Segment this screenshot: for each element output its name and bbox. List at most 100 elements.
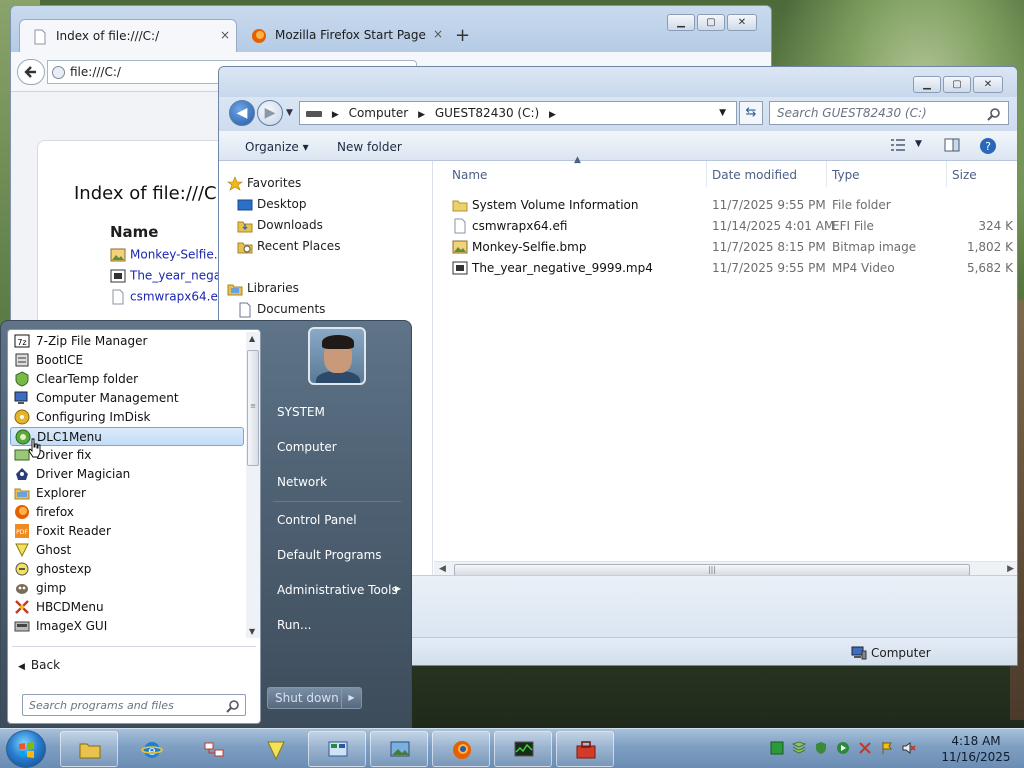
column-header-size[interactable]: Size xyxy=(952,168,977,182)
breadcrumb-drive[interactable]: GUEST82430 (C:) xyxy=(435,106,539,120)
start-button[interactable] xyxy=(6,730,46,768)
organize-button[interactable]: Organize ▾ xyxy=(245,140,309,154)
start-item-network[interactable]: Network xyxy=(271,475,401,489)
program-item[interactable]: Driver fix xyxy=(10,446,244,465)
program-search-input[interactable]: Search programs and files xyxy=(22,694,246,716)
program-item[interactable]: HBCDMenu xyxy=(10,598,244,617)
program-list-scrollbar[interactable]: ▲ ≡ ▼ xyxy=(246,332,260,638)
program-item[interactable]: Computer Management xyxy=(10,389,244,408)
nav-recent-places[interactable]: Recent Places xyxy=(237,239,340,254)
taskbar-clock[interactable]: 4:18 AM 11/16/2025 xyxy=(936,733,1016,765)
program-item[interactable]: 7z 7-Zip File Manager xyxy=(10,332,244,351)
minimize-button[interactable]: ▁ xyxy=(913,76,941,93)
new-tab-button[interactable]: + xyxy=(455,25,470,46)
tray-action-icon[interactable] xyxy=(858,741,872,755)
preview-pane-icon[interactable] xyxy=(943,137,961,153)
start-item-control-panel[interactable]: Control Panel xyxy=(271,513,401,527)
file-row[interactable]: Monkey-Selfie.bmp 11/7/2025 8:15 PM Bitm… xyxy=(434,237,1017,258)
refresh-button[interactable]: ⇆ xyxy=(739,101,763,125)
column-divider[interactable] xyxy=(946,161,947,187)
breadcrumb-computer[interactable]: Computer xyxy=(349,106,409,120)
nav-downloads[interactable]: Downloads xyxy=(237,218,323,233)
chevron-down-icon[interactable]: ▼ xyxy=(915,139,922,149)
back-button[interactable] xyxy=(17,59,45,85)
taskbar-image-viewer[interactable] xyxy=(370,731,428,767)
taskbar-ghost[interactable] xyxy=(246,731,304,767)
column-divider[interactable] xyxy=(706,161,707,187)
taskbar-app[interactable] xyxy=(184,731,242,767)
shutdown-button[interactable]: Shut down ▶ xyxy=(267,687,362,709)
program-item[interactable]: Configuring ImDisk xyxy=(10,408,244,427)
maximize-button[interactable]: ▢ xyxy=(697,14,725,31)
start-item-run[interactable]: Run... xyxy=(271,618,401,632)
taskbar-explorer[interactable] xyxy=(60,731,118,767)
column-header-date[interactable]: Date modified xyxy=(712,168,797,182)
tab-close-icon[interactable]: × xyxy=(220,28,230,42)
tab-firefox-start[interactable]: Mozilla Firefox Start Page × xyxy=(239,19,449,53)
taskbar-task-manager[interactable] xyxy=(494,731,552,767)
scroll-thumb[interactable]: ≡ xyxy=(247,350,259,466)
program-item[interactable]: BootICE xyxy=(10,351,244,370)
new-folder-button[interactable]: New folder xyxy=(337,140,402,154)
help-icon[interactable]: ? xyxy=(979,137,997,155)
taskbar-internet-explorer[interactable]: e xyxy=(122,731,180,767)
view-options-icon[interactable] xyxy=(889,137,907,153)
program-item[interactable]: Driver Magician xyxy=(10,465,244,484)
start-item-user[interactable]: SYSTEM xyxy=(271,405,401,419)
tray-flag-icon[interactable] xyxy=(880,741,894,755)
recent-pages-icon[interactable]: ▼ xyxy=(286,108,293,118)
taskbar-control-panel[interactable] xyxy=(308,731,366,767)
breadcrumb[interactable]: ▶ Computer ▶ GUEST82430 (C:) ▶ ▼ xyxy=(299,101,737,125)
tray-layers-icon[interactable] xyxy=(792,741,806,755)
tray-green-square-icon[interactable] xyxy=(770,741,784,755)
forward-button[interactable]: ▶ xyxy=(257,100,283,126)
user-avatar[interactable] xyxy=(308,327,366,385)
search-input[interactable]: Search GUEST82430 (C:) xyxy=(769,101,1009,125)
program-item[interactable]: ghostexp xyxy=(10,560,244,579)
shutdown-options-icon[interactable]: ▶ xyxy=(341,688,361,708)
tab-index-of-c[interactable]: Index of file:///C:/ × xyxy=(19,19,237,53)
close-button[interactable]: ✕ xyxy=(727,14,757,31)
close-button[interactable]: ✕ xyxy=(973,76,1003,93)
start-item-computer[interactable]: Computer xyxy=(271,440,401,454)
minimize-button[interactable]: ▁ xyxy=(667,14,695,31)
nav-desktop[interactable]: Desktop xyxy=(237,197,307,211)
file-row[interactable]: System Volume Information 11/7/2025 9:55… xyxy=(434,195,1017,216)
nav-favorites[interactable]: Favorites xyxy=(227,176,301,191)
nav-documents[interactable]: Documents xyxy=(239,302,325,318)
start-item-admin-tools[interactable]: Administrative Tools ▶ xyxy=(271,583,401,597)
file-row[interactable]: csmwrapx64.efi 11/14/2025 4:01 AM EFI Fi… xyxy=(434,216,1017,237)
taskbar-toolbox[interactable] xyxy=(556,731,614,767)
chevron-right-icon[interactable]: ▶ xyxy=(549,110,556,120)
scroll-right-icon[interactable]: ▶ xyxy=(1007,564,1014,574)
scroll-up-icon[interactable]: ▲ xyxy=(249,334,255,343)
tab-close-icon[interactable]: × xyxy=(433,27,443,41)
chevron-right-icon[interactable]: ▶ xyxy=(332,110,339,120)
scroll-down-icon[interactable]: ▼ xyxy=(249,627,255,636)
column-header-type[interactable]: Type xyxy=(832,168,860,182)
file-row[interactable]: The_year_negative_9999.mp4 11/7/2025 9:5… xyxy=(434,258,1017,279)
taskbar-firefox[interactable] xyxy=(432,731,490,767)
program-item[interactable]: firefox xyxy=(10,503,244,522)
program-item-highlighted[interactable]: DLC1Menu xyxy=(10,427,244,446)
index-link[interactable]: csmwrapx64.efi xyxy=(110,289,225,309)
tray-volume-muted-icon[interactable] xyxy=(902,741,916,755)
program-item[interactable]: ClearTemp folder xyxy=(10,370,244,389)
chevron-right-icon[interactable]: ▶ xyxy=(418,110,425,120)
back-button[interactable]: ◀ xyxy=(229,100,255,126)
chevron-down-icon[interactable]: ▼ xyxy=(719,108,726,118)
program-item[interactable]: PDF Foxit Reader xyxy=(10,522,244,541)
nav-libraries[interactable]: Libraries xyxy=(227,281,299,296)
scroll-left-icon[interactable]: ◀ xyxy=(439,564,446,574)
column-header-name[interactable]: Name xyxy=(452,168,487,182)
tray-play-icon[interactable] xyxy=(836,741,850,755)
program-item[interactable]: Explorer xyxy=(10,484,244,503)
back-button[interactable]: ◀ Back xyxy=(18,658,60,672)
maximize-button[interactable]: ▢ xyxy=(943,76,971,93)
program-item[interactable]: gimp xyxy=(10,579,244,598)
start-item-default-programs[interactable]: Default Programs xyxy=(271,548,401,562)
program-item[interactable]: ImageX GUI xyxy=(10,617,244,636)
tray-shield-icon[interactable] xyxy=(814,741,828,755)
program-item[interactable]: Ghost xyxy=(10,541,244,560)
column-divider[interactable] xyxy=(826,161,827,187)
